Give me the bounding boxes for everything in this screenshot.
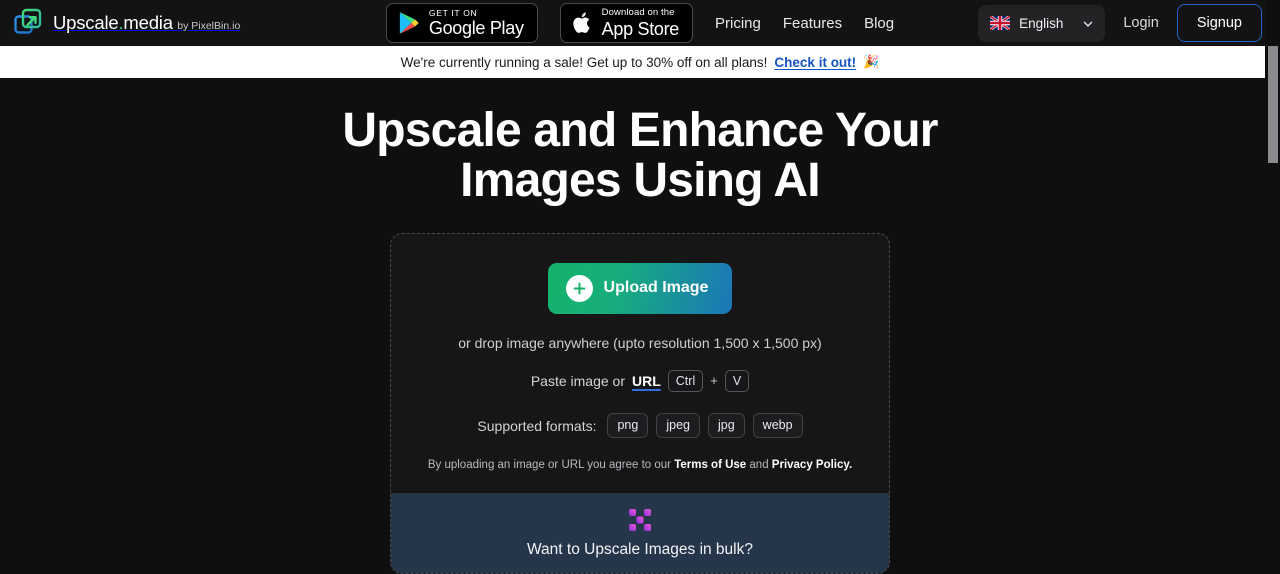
sale-banner: We're currently running a sale! Get up t…: [0, 46, 1280, 78]
upload-image-label: Upload Image: [603, 279, 709, 297]
app-store-small-label: Download on the: [601, 7, 675, 19]
key-ctrl: Ctrl: [667, 369, 704, 392]
terms-and: and: [749, 459, 769, 471]
key-v: V: [724, 369, 750, 392]
signup-button[interactable]: Signup: [1176, 4, 1262, 42]
header-actions: English Login Signup: [978, 4, 1262, 42]
plus-icon: [565, 274, 593, 302]
format-chip-webp: webp: [752, 413, 803, 438]
supported-formats-label: Supported formats:: [477, 417, 597, 434]
paste-hint-prefix: Paste image or: [530, 372, 625, 389]
bulk-grid-icon: [628, 508, 652, 532]
login-link[interactable]: Login: [1123, 15, 1158, 31]
sale-banner-message: We're currently running a sale! Get up t…: [400, 54, 768, 70]
language-label: English: [1019, 15, 1064, 31]
scrollbar-thumb[interactable]: [1268, 46, 1278, 163]
chevron-down-icon: [1082, 17, 1094, 29]
format-chip-png: png: [607, 413, 649, 438]
nav-link-blog[interactable]: Blog: [864, 15, 894, 32]
brand-title: Upscale.media: [53, 11, 173, 33]
format-chip-jpeg: jpeg: [656, 413, 700, 438]
site-header: Upscale.media by PixelBin.io GET IT ON G…: [0, 0, 1280, 46]
privacy-policy-link[interactable]: Privacy Policy.: [772, 459, 852, 471]
google-play-badge[interactable]: GET IT ON Google Play: [385, 3, 538, 43]
page-title: Upscale and Enhance Your Images Using AI: [342, 104, 938, 207]
upscale-arrow-logo-icon: [14, 8, 44, 38]
party-popper-icon: 🎉: [863, 54, 880, 69]
apple-icon: [572, 11, 593, 35]
uk-flag-icon: [989, 14, 1011, 32]
brand-subtitle: by PixelBin.io: [177, 19, 241, 32]
google-play-big-label: Google Play: [428, 18, 524, 39]
hero-title-line-2: Images Using AI: [460, 153, 820, 207]
terms-of-use-link[interactable]: Terms of Use: [674, 459, 746, 471]
google-play-small-label: GET IT ON: [428, 7, 478, 18]
upload-dropzone[interactable]: Upload Image or drop image anywhere (upt…: [390, 232, 890, 574]
hero-title-line-1: Upscale and Enhance Your: [342, 104, 938, 157]
language-selector[interactable]: English: [978, 4, 1106, 42]
supported-formats-row: Supported formats: png jpeg jpg webp: [477, 413, 803, 438]
format-chip-jpg: jpg: [707, 413, 745, 438]
brand-logo-link[interactable]: Upscale.media by PixelBin.io: [14, 8, 240, 38]
nav-link-pricing[interactable]: Pricing: [715, 15, 761, 32]
paste-url-link[interactable]: URL: [632, 373, 661, 389]
bulk-upscale-banner[interactable]: Want to Upscale Images in bulk?: [391, 493, 889, 573]
upload-image-button[interactable]: Upload Image: [547, 262, 733, 314]
paste-hint-row: Paste image or URL Ctrl + V: [530, 369, 750, 392]
terms-disclaimer: By uploading an image or URL you agree t…: [428, 459, 852, 471]
app-store-badge[interactable]: Download on the App Store: [559, 3, 694, 43]
sale-banner-link[interactable]: Check it out!: [774, 55, 856, 70]
app-store-big-label: App Store: [601, 18, 680, 39]
drop-hint-text: or drop image anywhere (upto resolution …: [458, 334, 822, 351]
page-scrollbar[interactable]: [1265, 0, 1280, 574]
bulk-upscale-text: Want to Upscale Images in bulk?: [526, 541, 753, 558]
google-play-icon: [398, 11, 420, 35]
main-content: Upscale and Enhance Your Images Using AI…: [0, 78, 1280, 574]
nav-link-features[interactable]: Features: [783, 15, 842, 32]
terms-prefix: By uploading an image or URL you agree t…: [427, 459, 671, 471]
key-plus-separator: +: [710, 373, 718, 389]
